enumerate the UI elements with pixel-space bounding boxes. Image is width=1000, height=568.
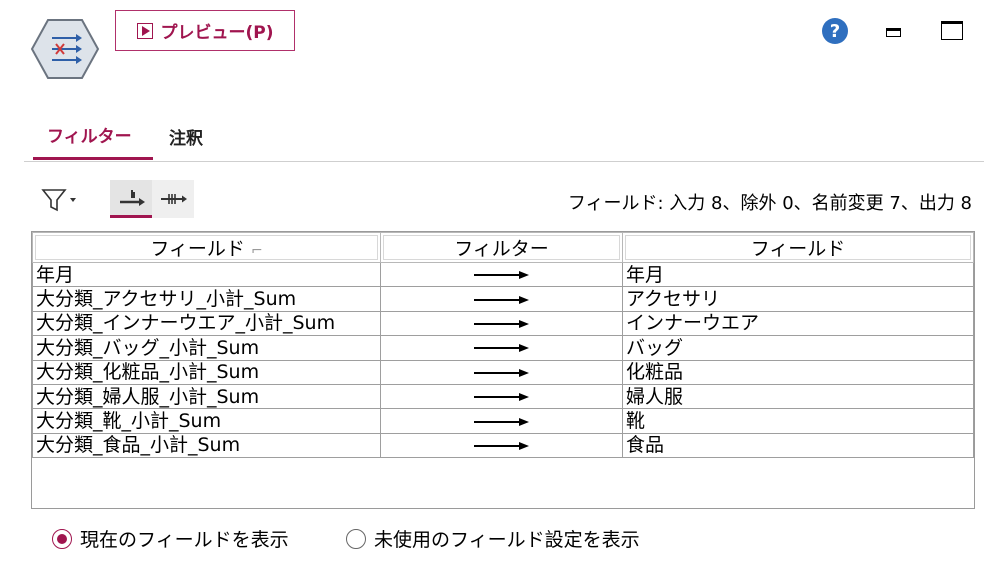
tab-bar: フィルター 注釈 — [24, 112, 984, 162]
discard-fields-button[interactable] — [152, 180, 194, 218]
output-field-cell[interactable]: 靴 — [622, 408, 974, 434]
output-field-cell[interactable]: バッグ — [622, 335, 974, 361]
column-header-filter[interactable]: フィルター — [380, 232, 623, 263]
pass-fields-icon — [120, 190, 145, 206]
play-icon — [136, 22, 153, 39]
filter-node-dialog: プレビュー(P) ? フィルター 注釈 フィールド: 入力 8、除外 0、名前変… — [0, 0, 1000, 568]
table-row[interactable]: 大分類_食品_小計_Sum 食品 — [32, 432, 974, 459]
tab-filter[interactable]: フィルター — [33, 112, 153, 160]
radio-label: 現在のフィールドを表示 — [80, 529, 289, 551]
preview-button[interactable]: プレビュー(P) — [115, 10, 295, 51]
preview-button-label: プレビュー(P) — [160, 23, 274, 43]
table-row[interactable]: 大分類_インナーウエア_小計_Sum インナーウエア — [32, 310, 974, 337]
table-row[interactable]: 大分類_バッグ_小計_Sum バッグ — [32, 335, 974, 361]
arrow-right-icon — [473, 319, 529, 328]
filter-toggle-cell[interactable] — [380, 359, 623, 385]
filter-node-icon — [30, 19, 100, 79]
arrow-right-icon — [473, 344, 529, 353]
filter-toggle-cell[interactable] — [380, 408, 623, 434]
maximize-icon[interactable] — [941, 21, 963, 40]
output-field-cell[interactable]: 婦人服 — [622, 383, 974, 410]
arrow-right-icon — [473, 368, 529, 377]
radio-show-current-fields[interactable]: 現在のフィールドを表示 — [52, 525, 289, 552]
input-field-cell: 大分類_インナーウエア_小計_Sum — [32, 310, 381, 337]
radio-show-unused-fields[interactable]: 未使用のフィールド設定を表示 — [346, 525, 640, 552]
input-field-cell: 大分類_食品_小計_Sum — [32, 432, 381, 459]
table-row[interactable]: 大分類_靴_小計_Sum 靴 — [32, 408, 974, 434]
arrow-right-icon — [473, 271, 529, 280]
arrow-right-icon — [473, 417, 529, 426]
radio-label: 未使用のフィールド設定を表示 — [374, 529, 640, 551]
filter-toggle-cell[interactable] — [380, 310, 623, 337]
table-row[interactable]: 大分類_婦人服_小計_Sum 婦人服 — [32, 383, 974, 410]
field-summary: フィールド: 入力 8、除外 0、名前変更 7、出力 8 — [567, 193, 972, 214]
filter-toggle-cell[interactable] — [380, 286, 623, 312]
input-field-cell: 大分類_バッグ_小計_Sum — [32, 335, 381, 361]
filter-toggle-cell[interactable] — [380, 261, 623, 288]
table-row[interactable]: 大分類_化粧品_小計_Sum 化粧品 — [32, 359, 974, 385]
output-field-cell[interactable]: インナーウエア — [622, 310, 974, 337]
discard-fields-icon — [161, 194, 187, 204]
column-header-label: フィールド — [150, 238, 245, 260]
output-field-cell[interactable]: 食品 — [622, 432, 974, 459]
input-field-cell: 大分類_靴_小計_Sum — [32, 408, 381, 434]
pass-fields-button[interactable] — [110, 180, 152, 218]
help-icon[interactable]: ? — [822, 18, 848, 44]
arrow-right-icon — [473, 441, 529, 450]
column-header-input-field[interactable]: フィールド ⌐ — [32, 232, 381, 263]
input-field-cell: 大分類_アクセサリ_小計_Sum — [32, 286, 381, 312]
arrow-right-icon — [473, 295, 529, 304]
funnel-icon[interactable] — [40, 186, 80, 216]
input-field-cell: 大分類_化粧品_小計_Sum — [32, 359, 381, 385]
output-field-cell[interactable]: 年月 — [622, 261, 974, 288]
output-field-cell[interactable]: 化粧品 — [622, 359, 974, 385]
minimize-icon[interactable] — [886, 28, 901, 37]
input-field-cell: 大分類_婦人服_小計_Sum — [32, 383, 381, 410]
field-table: フィールド ⌐ フィルター フィールド 年月 年月 大分類_アクセサリ_小計_Sum ア… — [31, 231, 975, 509]
filter-toggle-cell[interactable] — [380, 335, 623, 361]
radio-button[interactable] — [346, 528, 366, 549]
filter-toggle-cell[interactable] — [380, 432, 623, 459]
output-field-cell[interactable]: アクセサリ — [622, 286, 974, 312]
table-row[interactable]: 大分類_アクセサリ_小計_Sum アクセサリ — [32, 286, 974, 312]
table-row[interactable]: 年月 年月 — [32, 261, 974, 288]
filter-toggle-cell[interactable] — [380, 383, 623, 410]
arrow-right-icon — [473, 393, 529, 402]
column-header-output-field[interactable]: フィールド — [622, 232, 974, 263]
tab-annotations[interactable]: 注釈 — [169, 112, 229, 160]
sort-indicator-icon: ⌐ — [250, 243, 263, 259]
input-field-cell: 年月 — [32, 261, 381, 288]
radio-button-checked[interactable] — [52, 528, 72, 549]
